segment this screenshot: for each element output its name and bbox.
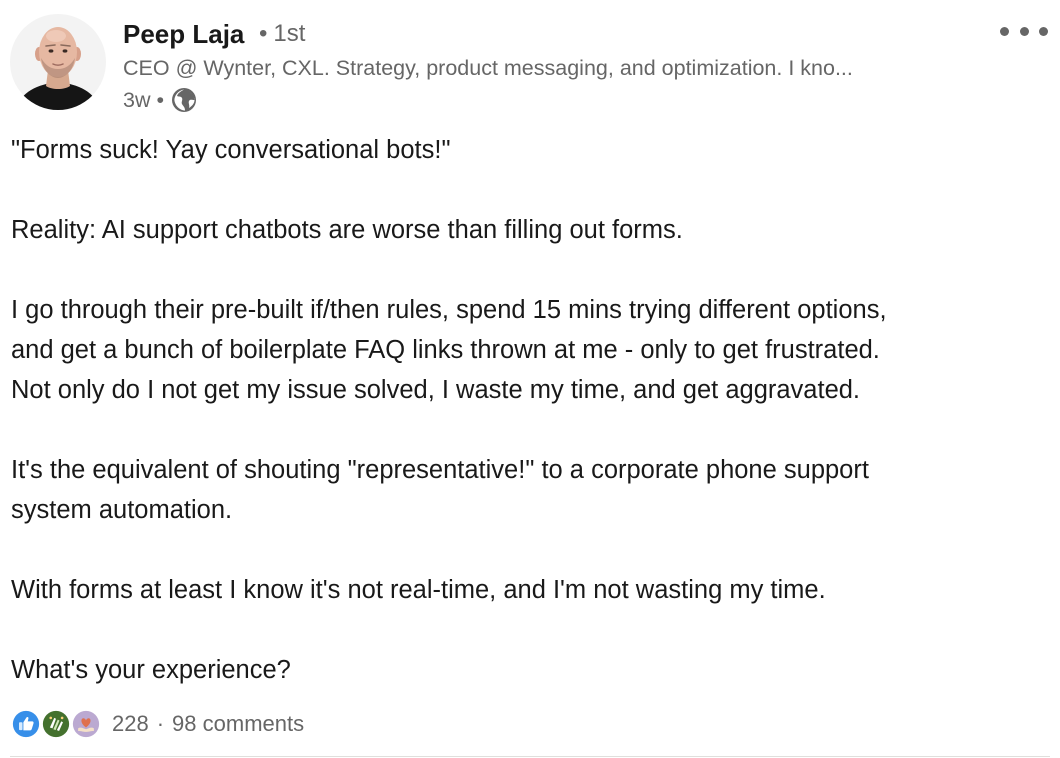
post-text: "Forms suck! Yay conversational bots!" Re… [11,130,1051,690]
post-text-line: It's the equivalent of shouting "represe… [11,456,869,484]
celebrate-icon [40,708,72,740]
connection-degree: • 1st [259,18,305,50]
divider [10,756,1050,757]
author-headline[interactable]: CEO @ Wynter, CXL. Strategy, product mes… [123,54,983,82]
post-paragraph: "Forms suck! Yay conversational bots!" [11,130,1051,170]
social-counts: 228 · 98 comments [10,706,304,742]
ellipsis-icon [1000,26,1009,36]
love-icon [70,708,102,740]
meta-separator: • [156,87,165,112]
post-text-line: I go through their pre-built if/then rul… [11,296,887,324]
ellipsis-dot [1019,26,1029,36]
post-time[interactable]: 3w [123,88,150,113]
post-text-line: What's your experience? [11,656,291,684]
post-paragraph: Reality: AI support chatbots are worse t… [11,210,1051,250]
post-meta: 3w • [123,86,197,114]
globe-icon [172,88,197,112]
like-icon [10,708,42,740]
profile-photo-icon [10,14,106,110]
post-paragraph: What's your experience? [11,650,1051,690]
post-text-line: system automation. [11,496,233,524]
reactions-button[interactable] [10,708,102,740]
more-options-button[interactable] [1000,16,1048,46]
author-name[interactable]: Peep Laja [123,18,244,50]
post-text-line: Reality: AI support chatbots are worse t… [11,216,683,244]
comments-count-link[interactable]: 98 comments [172,711,304,737]
ellipsis-dot [1039,26,1048,36]
post-paragraph: With forms at least I know it's not real… [11,570,1051,610]
degree-separator: • [259,20,268,47]
author-avatar[interactable] [10,14,106,110]
post-text-line: "Forms suck! Yay conversational bots!" [11,136,451,164]
post-text-line: With forms at least I know it's not real… [11,576,826,604]
post-paragraph: I go through their pre-built if/then rul… [11,290,1051,410]
post-paragraph: It's the equivalent of shouting "represe… [11,450,1051,530]
post-text-line: and get a bunch of boilerplate FAQ links… [11,336,880,364]
feed-post: Peep Laja • 1st CEO @ Wynter, CXL. Strate… [0,0,1060,758]
social-separator: · [156,711,165,736]
post-text-line: Not only do I not get my issue solved, I… [11,376,861,404]
degree-label: 1st [273,20,306,47]
reaction-count[interactable]: 228 [112,711,149,737]
